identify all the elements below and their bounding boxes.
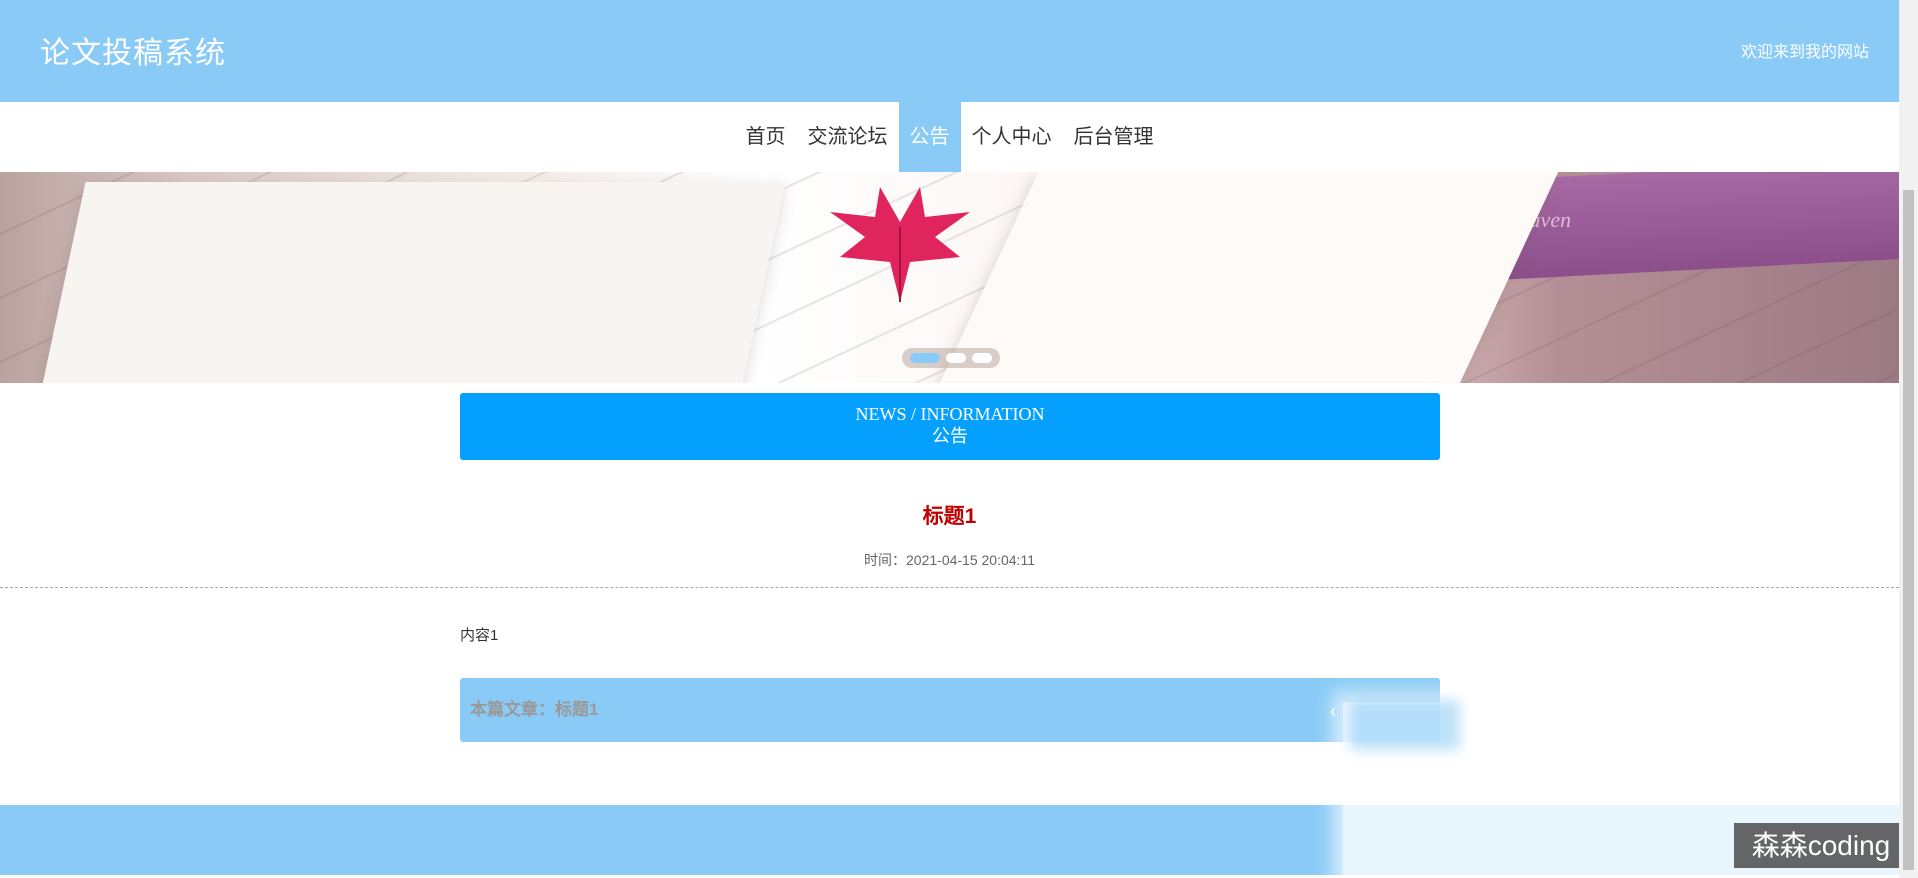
scrollbar[interactable] bbox=[1899, 0, 1918, 878]
divider bbox=[0, 587, 1899, 588]
current-article-bar: 本篇文章：标题1 bbox=[460, 678, 1440, 742]
chevron-left-icon[interactable]: ‹ bbox=[1330, 701, 1336, 722]
article-content: 内容1 bbox=[460, 627, 499, 644]
nav-item-home[interactable]: 首页 bbox=[735, 102, 797, 172]
carousel-dot-2[interactable] bbox=[946, 353, 966, 363]
nav-item-personal-center[interactable]: 个人中心 bbox=[961, 102, 1063, 172]
watermark: 森森coding bbox=[1734, 823, 1908, 868]
section-title-cn: 公告 bbox=[932, 426, 968, 446]
scrollbar-thumb[interactable] bbox=[1903, 190, 1914, 870]
blurred-overlay-detail bbox=[1350, 700, 1460, 750]
main-nav: 首页 交流论坛 公告 个人中心 后台管理 bbox=[0, 102, 1899, 172]
article-time: 时间：2021-04-15 20:04:11 bbox=[864, 552, 1035, 568]
section-header: NEWS / INFORMATION 公告 bbox=[460, 393, 1440, 460]
nav-item-admin[interactable]: 后台管理 bbox=[1063, 102, 1165, 172]
carousel-indicators bbox=[902, 348, 1000, 368]
section-title-en: NEWS / INFORMATION bbox=[855, 404, 1045, 424]
top-header: 论文投稿系统 欢迎来到我的网站 bbox=[0, 0, 1899, 102]
banner-open-book-left bbox=[34, 182, 786, 383]
current-article-label: 本篇文章：标题1 bbox=[470, 700, 599, 719]
site-title: 论文投稿系统 bbox=[40, 37, 226, 70]
welcome-text: 欢迎来到我的网站 bbox=[1740, 44, 1869, 61]
nav-item-notice[interactable]: 公告 bbox=[898, 102, 961, 172]
nav-item-forum[interactable]: 交流论坛 bbox=[797, 102, 899, 172]
page: 论文投稿系统 欢迎来到我的网站 首页交流论坛公告个人中心后台管理 Seventh… bbox=[0, 0, 1918, 878]
maple-leaf-icon bbox=[830, 187, 970, 302]
carousel-dot-3[interactable] bbox=[972, 353, 992, 363]
carousel-dot-1[interactable] bbox=[910, 353, 940, 363]
article-title: 标题1 bbox=[922, 505, 977, 528]
